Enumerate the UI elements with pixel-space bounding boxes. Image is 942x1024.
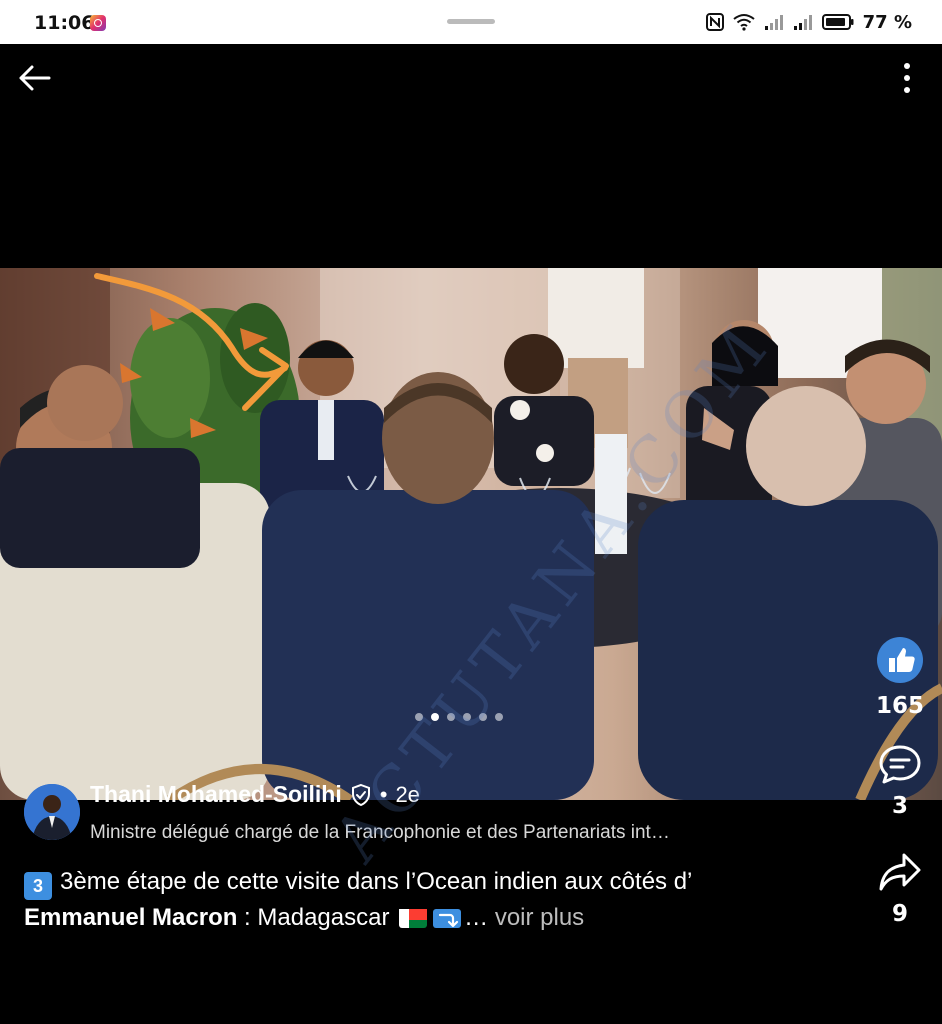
carousel-indicator	[415, 713, 503, 721]
mention-link[interactable]: Emmanuel Macron	[24, 904, 237, 931]
arrow-left-icon	[19, 65, 51, 91]
like-button[interactable]: 165	[872, 636, 928, 719]
madagascar-flag-icon	[399, 906, 428, 928]
share-arrow-icon	[879, 853, 921, 891]
verified-shield-icon	[351, 783, 370, 806]
status-time: 11:06	[34, 12, 95, 34]
battery-percentage: 77 %	[862, 11, 912, 33]
signal-icon	[764, 15, 783, 30]
share-button[interactable]: 9	[872, 852, 928, 927]
wifi-icon	[733, 14, 755, 31]
see-more-link[interactable]: voir plus	[495, 904, 584, 931]
separator-dot: •	[379, 781, 388, 807]
author-headline: Ministre délégué chargé de la Francophon…	[90, 822, 670, 843]
battery-icon	[821, 14, 854, 30]
comment-count: 3	[891, 793, 908, 819]
connection-degree: 2e	[395, 781, 420, 807]
author-avatar[interactable]	[24, 784, 80, 840]
comment-bubble-icon	[879, 745, 921, 784]
back-button[interactable]	[16, 62, 52, 94]
carousel-dot	[447, 713, 455, 721]
nfc-icon	[705, 13, 724, 31]
carousel-dot	[495, 713, 503, 721]
keycap-three-emoji: 3	[24, 872, 52, 900]
thumbs-up-icon	[877, 637, 923, 683]
caption-ellipsis: …	[464, 904, 489, 931]
author-header: Thani Mohamed-Soilihi • 2e	[90, 781, 420, 808]
signal-icon	[793, 15, 812, 30]
gesture-handle	[447, 19, 495, 24]
status-icons: 77 %	[705, 11, 912, 33]
share-count: 9	[891, 901, 908, 927]
comment-button[interactable]: 3	[872, 744, 928, 819]
caption-text-line2: : Madagascar	[237, 904, 397, 931]
status-bar: 11:06 77 %	[0, 0, 942, 44]
author-name[interactable]: Thani Mohamed-Soilihi	[90, 781, 342, 808]
carousel-dot	[415, 713, 423, 721]
instagram-notification-icon	[90, 15, 106, 31]
carousel-dot-active	[431, 713, 439, 721]
post-caption[interactable]: 3 3ème étape de cette visite dans l’Ocean…	[24, 864, 844, 936]
caption-text-line1: 3ème étape de cette visite dans l’Ocean …	[60, 868, 693, 895]
avatar-portrait	[24, 784, 80, 840]
turn-down-arrow-icon	[433, 906, 462, 928]
more-options-button[interactable]	[896, 60, 918, 98]
carousel-dot	[463, 713, 471, 721]
more-vertical-icon	[904, 63, 910, 93]
like-count: 165	[875, 693, 924, 719]
carousel-dot	[479, 713, 487, 721]
